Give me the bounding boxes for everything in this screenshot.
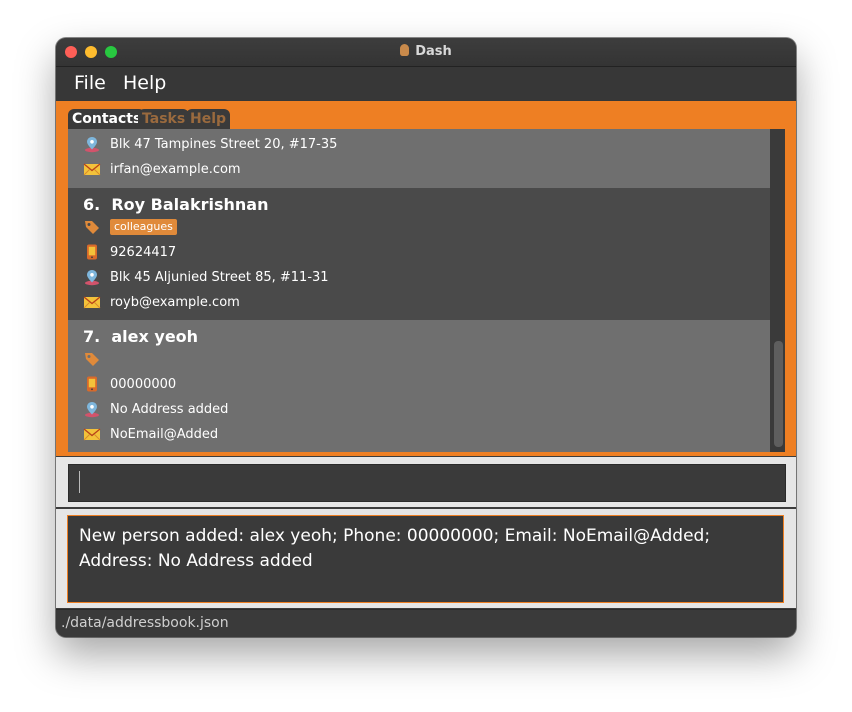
tab-tasks[interactable]: Tasks [138, 109, 190, 130]
app-icon [400, 44, 410, 56]
email-row: royb@example.com [83, 292, 240, 312]
envelope-icon [83, 296, 101, 309]
address-text: Blk 47 Tampines Street 20, #17-35 [110, 136, 338, 152]
command-area [56, 457, 796, 507]
contact-card[interactable]: 6. Roy Balakrishnan colleagues 92624417 … [68, 188, 770, 320]
contact-list-scrollbar[interactable] [770, 129, 785, 452]
phone-row: 92624417 [83, 242, 176, 262]
command-input[interactable] [68, 464, 786, 502]
tag-icon [85, 353, 99, 366]
address-row: Blk 47 Tampines Street 20, #17-35 [83, 134, 337, 154]
phone-text: 92624417 [110, 244, 177, 260]
menu-help[interactable]: Help [123, 72, 166, 94]
location-pin-icon [85, 270, 99, 286]
address-text: Blk 45 Aljunied Street 85, #11-31 [110, 269, 329, 285]
title-bar: Dash [56, 38, 796, 67]
contact-index: 7. [83, 327, 101, 346]
app-window: Dash File Help Contacts Tasks Help Blk 4… [56, 38, 796, 637]
tag-icon [85, 221, 99, 234]
phone-text: 00000000 [110, 376, 177, 392]
location-pin-icon [85, 137, 99, 153]
scrollbar-thumb[interactable] [774, 341, 783, 447]
envelope-icon [83, 428, 101, 441]
location-pin-icon [85, 402, 99, 418]
contact-card[interactable]: Blk 47 Tampines Street 20, #17-35 irfan@… [68, 129, 770, 188]
phone-icon [87, 244, 97, 260]
phone-icon [87, 376, 97, 392]
result-display: New person added: alex yeoh; Phone: 0000… [67, 515, 784, 603]
address-text: No Address added [110, 401, 229, 417]
contact-card[interactable]: 7. alex yeoh 00000000 No Address added N… [68, 320, 770, 452]
window-title-group: Dash [56, 44, 796, 59]
email-text: irfan@example.com [110, 161, 241, 177]
main-panel: Contacts Tasks Help Blk 47 Tampines Stre… [56, 101, 796, 456]
contact-list[interactable]: Blk 47 Tampines Street 20, #17-35 irfan@… [68, 129, 785, 452]
text-caret [79, 471, 80, 493]
email-text: NoEmail@Added [110, 426, 219, 442]
result-area: New person added: alex yeoh; Phone: 0000… [56, 509, 796, 608]
envelope-icon [83, 163, 101, 176]
address-row: No Address added [83, 399, 228, 419]
window-title: Dash [415, 44, 452, 59]
menu-bar: File Help [56, 67, 796, 101]
address-row: Blk 45 Aljunied Street 85, #11-31 [83, 267, 329, 287]
contact-name-row: 7. alex yeoh [83, 327, 198, 346]
contact-name-row: 6. Roy Balakrishnan [83, 195, 268, 214]
tag-row [83, 349, 101, 369]
tab-contacts[interactable]: Contacts [68, 109, 146, 130]
contact-index: 6. [83, 195, 101, 214]
menu-file[interactable]: File [74, 72, 106, 94]
email-row: NoEmail@Added [83, 424, 218, 444]
tag-label: colleagues [110, 219, 177, 235]
contact-name: alex yeoh [111, 327, 199, 346]
save-location-text: ./data/addressbook.json [61, 615, 229, 631]
email-row: irfan@example.com [83, 159, 241, 179]
tag-row: colleagues [83, 217, 177, 237]
contact-name: Roy Balakrishnan [111, 195, 269, 214]
status-bar: ./data/addressbook.json [56, 609, 796, 637]
phone-row: 00000000 [83, 374, 176, 394]
tab-help[interactable]: Help [186, 109, 231, 130]
email-text: royb@example.com [110, 294, 240, 310]
